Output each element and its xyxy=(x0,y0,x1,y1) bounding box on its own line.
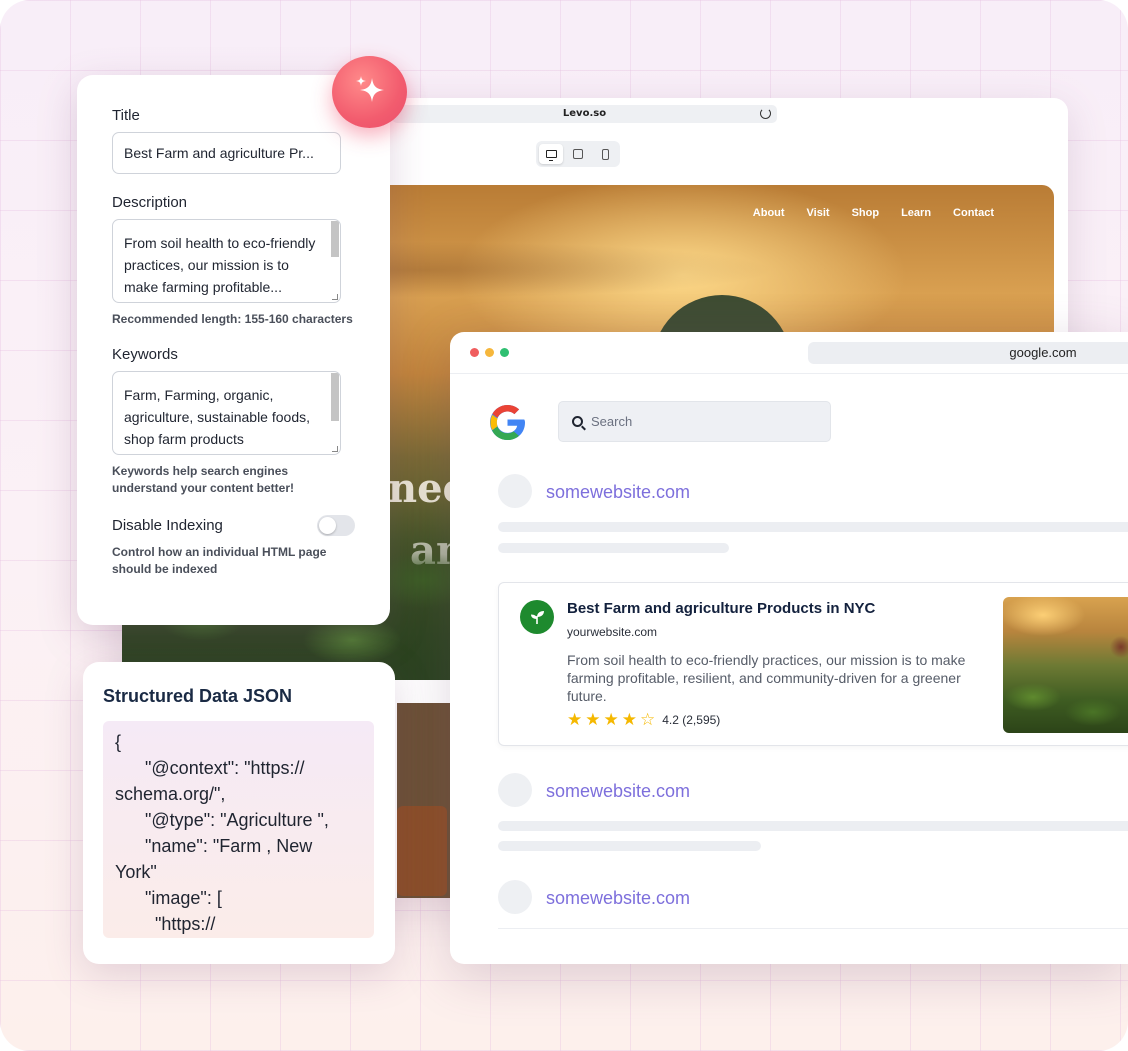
nav-visit[interactable]: Visit xyxy=(807,207,830,219)
result-favicon xyxy=(498,880,532,914)
structured-data-title: Structured Data JSON xyxy=(103,686,293,706)
minimize-dot-icon[interactable] xyxy=(485,348,494,357)
desktop-view-button[interactable] xyxy=(539,144,563,164)
star-filled-icon: ★ xyxy=(621,710,637,729)
keywords-textarea[interactable]: Farm, Farming, organic, agriculture, sus… xyxy=(112,371,341,455)
device-toggle xyxy=(536,141,620,167)
close-dot-icon[interactable] xyxy=(470,348,479,357)
google-preview-window: google.com Search somewebsite.com Best F… xyxy=(450,332,1128,964)
disable-indexing-toggle[interactable] xyxy=(317,515,355,536)
nav-contact[interactable]: Contact xyxy=(953,207,994,219)
featured-result-card[interactable]: Best Farm and agriculture Products in NY… xyxy=(498,582,1128,746)
keywords-hint: Keywords help search engines understand … xyxy=(112,464,295,495)
sparkle-icon xyxy=(355,76,384,102)
structured-data-code[interactable]: { "@context": "https:// schema.org/", "@… xyxy=(103,721,374,938)
skeleton-line xyxy=(498,841,761,851)
tablet-icon xyxy=(573,149,583,159)
nav-shop[interactable]: Shop xyxy=(852,207,880,219)
featured-title[interactable]: Best Farm and agriculture Products in NY… xyxy=(567,600,875,617)
indexing-hint: Control how an individual HTML page shou… xyxy=(112,545,327,576)
result-link[interactable]: somewebsite.com xyxy=(546,888,690,909)
keywords-text: Farm, Farming, organic, agriculture, sus… xyxy=(124,387,310,447)
nav-about[interactable]: About xyxy=(753,207,785,219)
skeleton-line xyxy=(498,522,1128,532)
desktop-icon xyxy=(545,150,557,161)
title-label: Title xyxy=(112,107,140,124)
divider xyxy=(498,928,1128,929)
description-hint: Recommended length: 155-160 characters xyxy=(112,312,353,326)
star-filled-icon: ★ xyxy=(567,710,583,729)
search-icon xyxy=(572,416,583,427)
leaf-badge-icon xyxy=(520,600,554,634)
hero-nav: About Visit Shop Learn Contact xyxy=(753,207,994,219)
featured-rating: ★ ★ ★ ★ ☆ 4.2 (2,595) xyxy=(567,711,720,728)
content-thumbnail-2 xyxy=(397,806,447,896)
keywords-label: Keywords xyxy=(112,346,178,363)
editor-url-text: Levo.so xyxy=(562,108,607,119)
result-link[interactable]: somewebsite.com xyxy=(546,482,690,503)
search-placeholder: Search xyxy=(591,414,633,429)
star-filled-icon: ★ xyxy=(585,710,601,729)
featured-thumbnail xyxy=(1003,597,1128,733)
result-favicon xyxy=(498,773,532,807)
reload-icon[interactable] xyxy=(760,108,771,119)
description-text: From soil health to eco-friendly practic… xyxy=(124,235,316,295)
result-favicon xyxy=(498,474,532,508)
result-link[interactable]: somewebsite.com xyxy=(546,781,690,802)
maximize-dot-icon[interactable] xyxy=(500,348,509,357)
featured-domain: yourwebsite.com xyxy=(567,625,658,639)
description-scrollbar[interactable] xyxy=(331,221,339,257)
mobile-view-button[interactable] xyxy=(593,144,617,164)
resize-handle-icon[interactable] xyxy=(332,446,338,452)
star-filled-icon: ★ xyxy=(603,710,619,729)
google-search-input[interactable]: Search xyxy=(558,401,831,442)
structured-data-card: Structured Data JSON { "@context": "http… xyxy=(83,662,395,964)
description-label: Description xyxy=(112,194,188,211)
indexing-label: Disable Indexing xyxy=(112,517,223,534)
skeleton-line xyxy=(498,821,1128,831)
ai-generate-button[interactable] xyxy=(332,56,407,128)
indexing-row: Disable Indexing xyxy=(112,515,355,536)
rating-text: 4.2 (2,595) xyxy=(662,712,721,727)
resize-handle-icon[interactable] xyxy=(332,294,338,300)
skeleton-line xyxy=(498,543,729,553)
google-titlebar: google.com xyxy=(450,332,1128,374)
description-textarea[interactable]: From soil health to eco-friendly practic… xyxy=(112,219,341,303)
tablet-view-button[interactable] xyxy=(566,144,590,164)
editor-address-bar[interactable]: Levo.so xyxy=(392,105,777,123)
phone-icon xyxy=(601,148,609,160)
nav-learn[interactable]: Learn xyxy=(901,207,931,219)
google-address-bar[interactable]: google.com xyxy=(808,342,1128,364)
seo-settings-panel: Title Best Farm and agriculture Pr... De… xyxy=(77,75,390,625)
google-logo-icon xyxy=(489,404,526,441)
featured-description: From soil health to eco-friendly practic… xyxy=(567,652,966,704)
title-input[interactable]: Best Farm and agriculture Pr... xyxy=(112,132,341,174)
star-empty-icon: ☆ xyxy=(640,710,656,729)
toggle-knob xyxy=(319,517,336,534)
keywords-scrollbar[interactable] xyxy=(331,373,339,421)
